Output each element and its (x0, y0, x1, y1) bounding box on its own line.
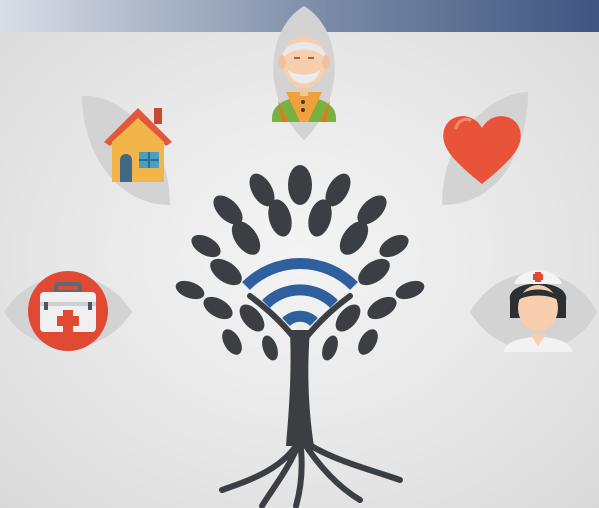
wifi-tree-icon (175, 165, 425, 508)
first-aid-kit-icon (28, 271, 108, 351)
illustration-stage (0, 0, 599, 508)
connected-care-illustration (4, 6, 597, 508)
wifi-signal-icon (242, 258, 358, 327)
